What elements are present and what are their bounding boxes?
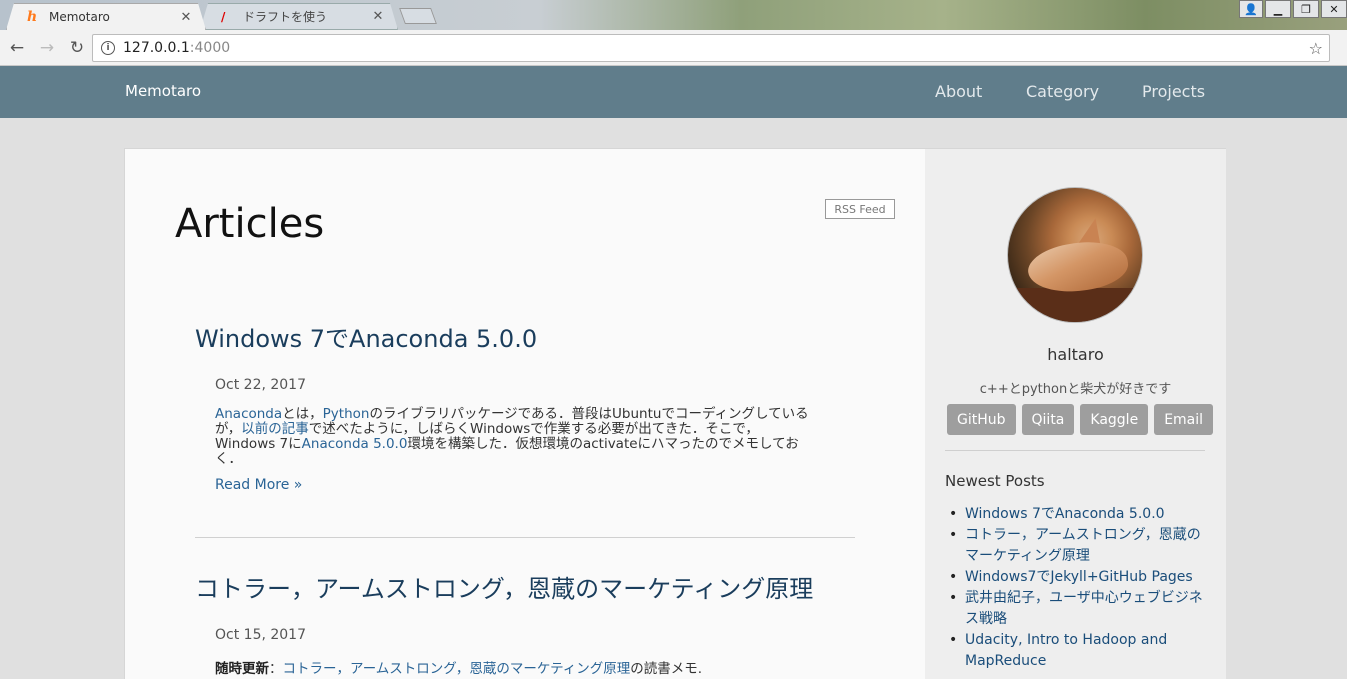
newest-post-link[interactable]: Windows7でJekyll+GitHub Pages: [945, 567, 1210, 588]
nav-projects[interactable]: Projects: [1142, 82, 1205, 101]
excerpt-text: で述べたように，しばらくWindowsで作業する必要が出てきた．そこで，: [308, 421, 759, 437]
post-date: Oct 22, 2017: [215, 377, 306, 393]
tab-title: Memotaro: [49, 10, 110, 24]
window-close-icon[interactable]: ✕: [1321, 0, 1347, 18]
newest-posts-list: Windows 7でAnaconda 5.0.0 コトラー，アームストロング，恩…: [945, 504, 1210, 672]
post-excerpt: 随時更新：コトラー，アームストロング，恩蔵のマーケティング原理の読書メモ.: [215, 657, 702, 677]
sidebar-divider: [945, 450, 1205, 451]
newest-post-link[interactable]: コトラー，アームストロング，恩蔵のマーケティング原理: [945, 525, 1210, 567]
excerpt-link[interactable]: Anaconda: [215, 406, 282, 422]
forward-arrow-icon[interactable]: →: [34, 38, 60, 58]
page-body: Articles RSS Feed Windows 7でAnaconda 5.0…: [0, 118, 1347, 679]
excerpt-link[interactable]: 以前の記事: [241, 421, 309, 437]
post-excerpt: Anacondaとは，Pythonのライブラリパッケージである．普段はUbunt…: [215, 407, 835, 467]
newest-post-link[interactable]: Windows 7でAnaconda 5.0.0: [945, 504, 1210, 525]
post-divider: [195, 537, 855, 538]
kaggle-button[interactable]: Kaggle: [1080, 404, 1149, 435]
excerpt-text: Windows 7に: [215, 436, 302, 452]
newest-post-link[interactable]: 武井由紀子，ユーザ中心ウェブビジネス戦略: [945, 588, 1210, 630]
window-controls: 👤 ▁ ❐ ✕: [1239, 0, 1347, 18]
content-card: Articles RSS Feed Windows 7でAnaconda 5.0…: [124, 148, 1226, 679]
excerpt-text: のライブラリパッケージである．普段はUbuntuでコーディングしている: [369, 406, 809, 422]
excerpt-link[interactable]: Anaconda 5.0.0: [302, 436, 408, 452]
social-buttons: GitHub Qiita Kaggle Email: [947, 404, 1214, 435]
excerpt-text: の読書メモ.: [630, 661, 703, 677]
restore-icon[interactable]: ❐: [1293, 0, 1319, 18]
post-date: Oct 15, 2017: [215, 627, 306, 643]
new-tab-button[interactable]: [399, 8, 437, 24]
info-icon[interactable]: i: [101, 41, 115, 55]
tab-draft[interactable]: / ドラフトを使う ✕: [200, 3, 398, 30]
url-host: 127.0.0.1: [123, 40, 190, 56]
tab-title: ドラフトを使う: [243, 10, 328, 24]
site-brand[interactable]: Memotaro: [125, 82, 201, 100]
reload-icon[interactable]: ↻: [64, 38, 90, 58]
newest-posts-heading: Newest Posts: [945, 472, 1045, 490]
bookmark-star-icon[interactable]: ☆: [1309, 39, 1323, 58]
excerpt-link[interactable]: コトラー，アームストロング，恩蔵のマーケティング原理: [283, 661, 631, 677]
email-button[interactable]: Email: [1154, 404, 1214, 435]
close-icon[interactable]: ✕: [179, 10, 193, 25]
site-navbar: Memotaro About Category Projects: [0, 66, 1347, 118]
excerpt-link[interactable]: Python: [323, 406, 370, 422]
close-icon[interactable]: ✕: [371, 9, 385, 24]
qiita-favicon-icon: /: [221, 9, 226, 24]
read-more-link[interactable]: Read More »: [215, 477, 302, 493]
back-arrow-icon[interactable]: ←: [4, 38, 30, 58]
avatar-floor: [1008, 288, 1142, 322]
url-port: :4000: [189, 40, 231, 56]
browser-toolbar: ← → ↻ i 127.0.0.1 :4000 ☆: [0, 30, 1347, 66]
nav-about[interactable]: About: [935, 82, 982, 101]
post-title-link[interactable]: Windows 7でAnaconda 5.0.0: [195, 319, 537, 354]
page-title: Articles: [175, 201, 325, 247]
qiita-button[interactable]: Qiita: [1021, 404, 1075, 435]
github-button[interactable]: GitHub: [947, 404, 1016, 435]
sidebar: haltaro c++とpythonと柴犬が好きです GitHub Qiita …: [925, 149, 1226, 679]
memotaro-favicon-icon: h: [27, 9, 38, 25]
main-column: Articles RSS Feed Windows 7でAnaconda 5.0…: [125, 149, 925, 679]
minimize-icon[interactable]: ▁: [1265, 0, 1291, 18]
excerpt-text: とは，: [282, 406, 323, 422]
newest-post-link[interactable]: Udacity, Intro to Hadoop and MapReduce: [945, 630, 1210, 672]
update-sep: ：: [269, 661, 283, 677]
avatar: [1007, 187, 1143, 323]
browser-titlebar: h Memotaro ✕ / ドラフトを使う ✕ 👤 ▁ ❐ ✕: [0, 0, 1347, 30]
profile-icon[interactable]: 👤: [1239, 0, 1263, 18]
excerpt-text: 環境を構築した．仮想環境のactivateにハマったのでメモしてお: [407, 436, 799, 452]
rss-feed-button[interactable]: RSS Feed: [825, 199, 895, 219]
excerpt-text: が，: [215, 421, 242, 437]
post-title-link[interactable]: コトラー，アームストロング，恩蔵のマーケティング原理: [195, 569, 813, 604]
update-label: 随時更新: [215, 661, 269, 677]
address-bar[interactable]: i 127.0.0.1 :4000 ☆: [92, 34, 1330, 62]
tab-memotaro[interactable]: h Memotaro ✕: [6, 3, 206, 30]
author-bio: c++とpythonと柴犬が好きです: [979, 382, 1172, 397]
excerpt-text: く．: [215, 451, 242, 467]
author-name: haltaro: [1047, 345, 1104, 364]
nav-category[interactable]: Category: [1026, 82, 1099, 101]
